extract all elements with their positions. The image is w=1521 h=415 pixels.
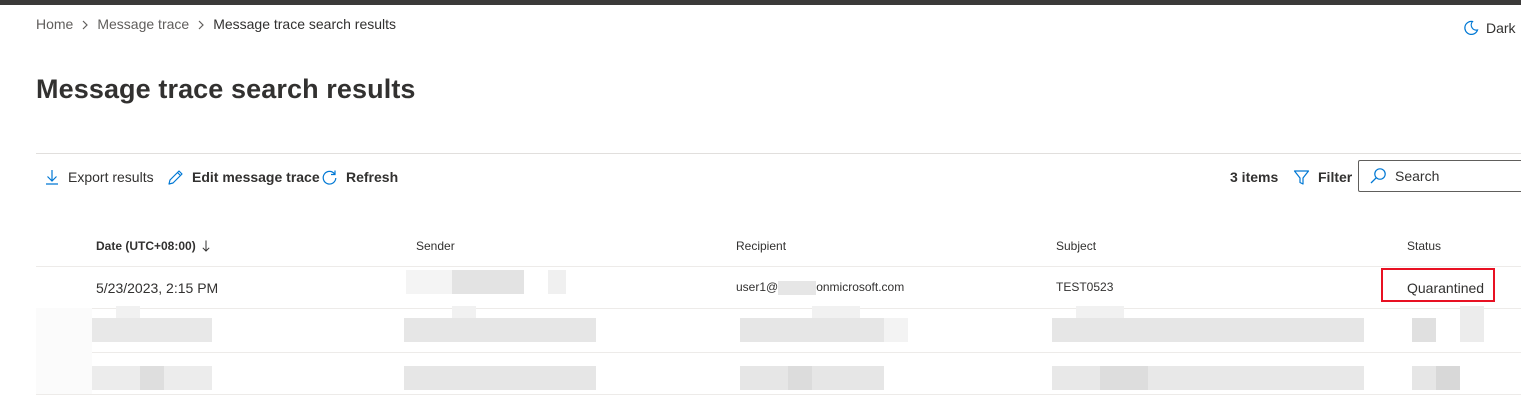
item-count: 3 items <box>1230 169 1279 185</box>
top-bar <box>0 0 1521 5</box>
column-header-date-label: Date (UTC+08:00) <box>96 239 196 253</box>
filter-label: Filter <box>1318 169 1353 185</box>
redacted-block <box>92 318 212 342</box>
redacted-block <box>452 306 476 318</box>
recipient-suffix: onmicrosoft.com <box>816 280 905 294</box>
column-header-recipient[interactable]: Recipient <box>736 238 786 254</box>
header-divider <box>36 266 1521 267</box>
redacted-block <box>1436 366 1460 390</box>
edit-message-trace-button[interactable]: Edit message trace <box>167 166 320 188</box>
refresh-icon <box>322 170 337 185</box>
breadcrumb: Home Message trace Message trace search … <box>36 15 396 33</box>
moon-icon <box>1464 20 1479 35</box>
redacted-block <box>548 270 566 294</box>
search-icon <box>1370 168 1386 184</box>
redacted-block <box>406 270 454 294</box>
page-title: Message trace search results <box>36 74 416 104</box>
column-header-date[interactable]: Date (UTC+08:00) <box>96 238 210 254</box>
chevron-right-icon <box>73 16 97 32</box>
cell-recipient: user1@ onmicrosoft.com <box>736 280 904 295</box>
redacted-block <box>1460 306 1484 342</box>
status-highlight-box <box>1381 268 1495 302</box>
redacted-block <box>1412 318 1436 342</box>
column-header-sender[interactable]: Sender <box>416 238 455 254</box>
redacted-block <box>740 318 884 342</box>
row-divider <box>36 394 1521 395</box>
redacted-block <box>404 366 596 390</box>
column-header-status[interactable]: Status <box>1407 238 1441 254</box>
redacted-block <box>36 352 92 394</box>
breadcrumb-current: Message trace search results <box>213 16 397 32</box>
redacted-block <box>884 318 908 342</box>
search-input[interactable] <box>1395 168 1515 184</box>
redacted-block <box>778 280 817 295</box>
redacted-block <box>140 366 164 390</box>
sort-descending-icon <box>202 240 210 252</box>
edit-message-trace-label: Edit message trace <box>192 169 320 185</box>
redacted-block <box>788 366 812 390</box>
refresh-button[interactable]: Refresh <box>321 166 398 188</box>
redacted-block <box>116 306 140 318</box>
cell-date: 5/23/2023, 2:15 PM <box>96 280 219 296</box>
download-icon <box>46 170 58 185</box>
row-divider <box>36 352 1521 353</box>
redacted-block <box>1052 366 1364 390</box>
filter-icon <box>1293 169 1310 185</box>
redacted-block <box>1076 306 1124 318</box>
redacted-block <box>36 308 92 352</box>
redacted-block <box>812 306 860 318</box>
chevron-right-icon <box>189 16 213 32</box>
redacted-block <box>1052 318 1364 342</box>
redacted-block <box>740 366 884 390</box>
redacted-block <box>1100 366 1148 390</box>
row-divider <box>36 308 1521 309</box>
redacted-block <box>404 318 596 342</box>
export-results-button[interactable]: Export results <box>44 166 154 188</box>
filter-button[interactable]: Filter <box>1293 166 1352 188</box>
pencil-icon <box>168 169 183 185</box>
divider <box>36 153 1521 154</box>
redacted-block <box>452 270 524 294</box>
dark-mode-label: Dark <box>1486 20 1516 36</box>
breadcrumb-home[interactable]: Home <box>36 16 73 32</box>
export-results-label: Export results <box>68 169 154 185</box>
recipient-prefix: user1@ <box>736 280 779 294</box>
cell-subject: TEST0523 <box>1056 280 1114 294</box>
column-header-subject[interactable]: Subject <box>1056 238 1096 254</box>
dark-mode-toggle[interactable]: Dark <box>1463 20 1516 36</box>
refresh-label: Refresh <box>346 169 399 185</box>
search-box[interactable] <box>1358 160 1521 192</box>
breadcrumb-message-trace[interactable]: Message trace <box>97 16 189 32</box>
